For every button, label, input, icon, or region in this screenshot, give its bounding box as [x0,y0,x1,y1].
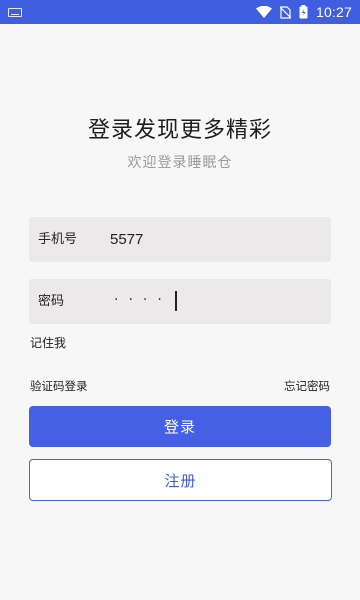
page-title: 登录发现更多精彩 [87,118,272,143]
page-subtitle: 欢迎登录睡眠仓 [127,155,233,171]
status-icons: 10:27 [255,0,352,24]
register-button[interactable]: 注册 [29,459,332,501]
password-input[interactable]: ···· [114,279,172,324]
remember-me-checkbox[interactable]: 记住我 [30,334,66,351]
phone-field[interactable]: 手机号 5577 [29,217,331,262]
status-bar: 10:27 [0,0,360,24]
phone-label: 手机号 [38,232,78,247]
status-time: 10:27 [315,4,352,20]
no-sim-icon [279,5,291,19]
phone-input[interactable]: 5577 [110,217,143,262]
login-button[interactable]: 登录 [29,406,331,447]
battery-icon [299,5,308,19]
wifi-icon [255,6,272,18]
password-label: 密码 [38,294,65,309]
keyboard-icon [8,8,22,17]
sms-login-link[interactable]: 验证码登录 [30,378,88,394]
text-cursor [175,291,177,311]
password-field[interactable]: 密码 ···· [29,279,331,324]
forgot-password-link[interactable]: 忘记密码 [284,378,330,394]
